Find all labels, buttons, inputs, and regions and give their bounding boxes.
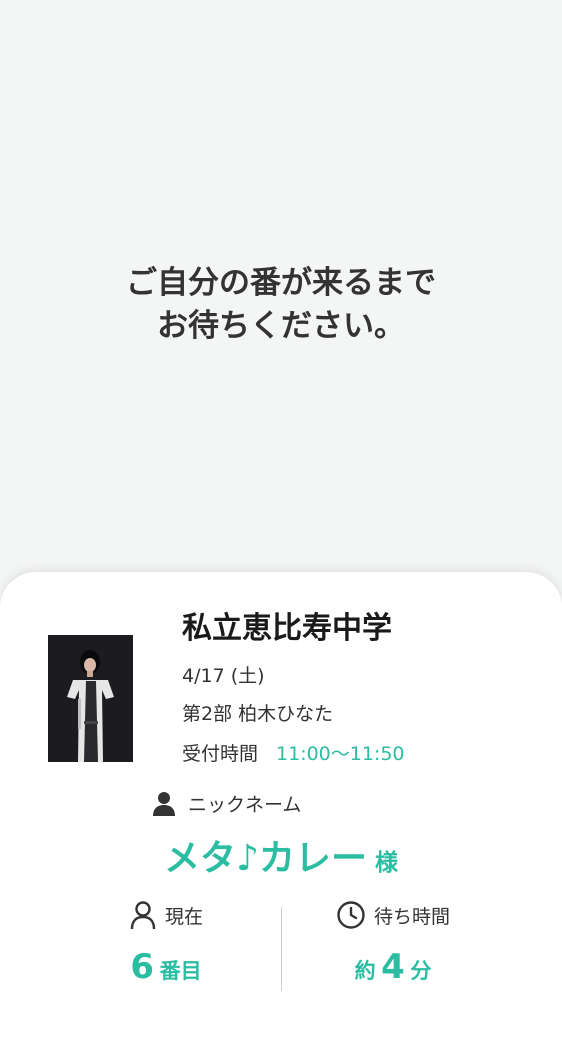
reception-row: 受付時間 11:00〜11:50 [182,739,405,766]
wait-time-number: 4 [381,947,405,987]
nickname-value: メタ♪カレー様 [0,829,562,881]
current-position-number: 6 [130,947,155,987]
wait-time-label-row: 待ち時間 [293,897,493,933]
reception-time: 11:00〜11:50 [276,743,405,765]
clock-icon [337,901,365,929]
wait-message: ご自分の番が来るまで お待ちください。 [0,262,562,348]
member-photo [48,635,133,762]
event-part: 第2部 柏木ひなた [182,703,334,725]
wait-time-label: 待ち時間 [373,905,450,928]
stat-divider [281,907,282,991]
current-position-label-row: 現在 [66,897,266,933]
ticket-card: 私立恵比寿中学 4/17 (土) 第2部 柏木ひなた 受付時間 11:00〜11:… [0,572,562,1042]
nickname-label-row: ニックネーム [152,790,301,817]
school-name: 私立恵比寿中学 [182,611,392,646]
event-date: 4/17 (土) [182,665,265,687]
current-position: 現在 6 番目 [66,897,266,987]
wait-message-line1: ご自分の番が来るまで [126,265,436,301]
person-filled-icon [153,791,175,816]
wait-time-unit: 分 [410,959,432,983]
reception-label: 受付時間 [182,743,259,765]
wait-time-value: 約 4 分 [293,947,493,987]
current-position-label: 現在 [164,905,203,928]
person-outline-icon [130,901,156,930]
nickname-suffix: 様 [374,850,398,876]
nickname-text: メタ♪カレー [164,838,367,879]
current-position-value: 6 番目 [66,947,266,987]
nickname-label: ニックネーム [188,794,302,816]
wait-message-line2: お待ちください。 [157,308,405,344]
wait-time-prefix: 約 [354,959,376,983]
wait-time: 待ち時間 約 4 分 [293,897,493,987]
current-position-unit: 番目 [159,959,202,983]
